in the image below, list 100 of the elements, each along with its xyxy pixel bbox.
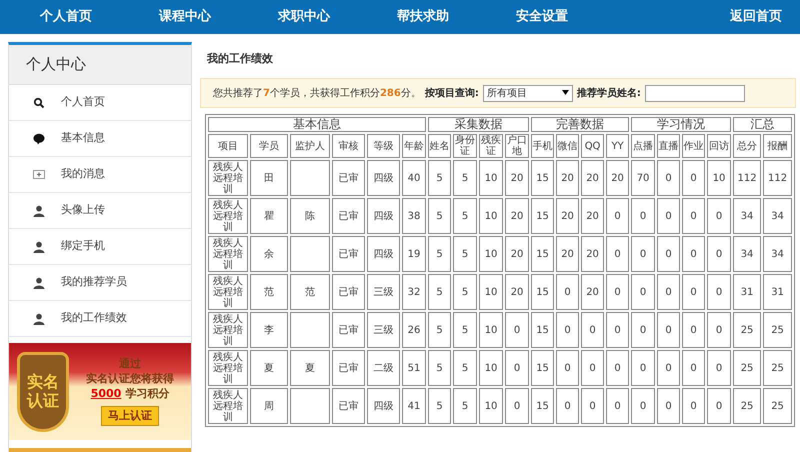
sidebar-item[interactable]: 个人首页 bbox=[9, 85, 191, 121]
table-cell: 0 bbox=[581, 312, 604, 348]
sidebar-item[interactable]: 头像上传 bbox=[9, 193, 191, 229]
table-cell: 5 bbox=[453, 350, 478, 386]
table-cell: 0 bbox=[682, 198, 706, 234]
project-select[interactable]: 所有项目 bbox=[482, 84, 573, 102]
table-cell: 0 bbox=[631, 236, 656, 272]
table-cell: 0 bbox=[682, 236, 706, 272]
column-header: 报酬 bbox=[763, 134, 792, 158]
table-cell: 0 bbox=[682, 312, 706, 348]
table-cell: 25 bbox=[733, 350, 762, 386]
table-cell: 20 bbox=[556, 160, 580, 196]
points-text: 5000 bbox=[90, 386, 122, 402]
table-cell: 残疾人远程培训 bbox=[208, 350, 248, 386]
table-cell: 10 bbox=[479, 236, 504, 272]
speech-bubble-icon bbox=[33, 132, 45, 144]
table-cell: 0 bbox=[505, 388, 530, 424]
table-cell: 0 bbox=[707, 198, 732, 234]
nav-link-item[interactable]: 个人首页 bbox=[40, 7, 92, 27]
sidebar-item[interactable]: 基本信息 bbox=[9, 121, 191, 157]
table-cell: 0 bbox=[505, 350, 530, 386]
table-cell: 四级 bbox=[367, 236, 400, 272]
table-cell: 112 bbox=[763, 160, 792, 196]
badge-text: 实名 bbox=[27, 373, 59, 392]
sidebar-item[interactable]: 绑定手机 bbox=[9, 229, 191, 265]
home-link[interactable]: 返回首页 bbox=[730, 7, 782, 27]
table-cell: 四级 bbox=[367, 198, 400, 234]
person-icon bbox=[33, 312, 45, 324]
nav-link-item[interactable]: 帮扶求助 bbox=[397, 7, 449, 27]
table-cell: 夏 bbox=[250, 350, 288, 386]
table-cell: 0 bbox=[556, 350, 580, 386]
table-cell: 0 bbox=[657, 388, 680, 424]
column-header: 直播 bbox=[657, 134, 680, 158]
table-cell: 5 bbox=[453, 160, 478, 196]
column-header: QQ bbox=[581, 134, 604, 158]
table-cell: 0 bbox=[707, 388, 732, 424]
table-cell: 陈 bbox=[290, 198, 330, 234]
table-cell: 四级 bbox=[367, 388, 400, 424]
table-cell: 20 bbox=[581, 198, 604, 234]
table-cell: 余 bbox=[250, 236, 288, 272]
verify-button[interactable]: 马上认证 bbox=[101, 406, 159, 426]
table-cell: 范 bbox=[250, 274, 288, 310]
table-cell: 20 bbox=[556, 198, 580, 234]
column-header: 回访 bbox=[707, 134, 732, 158]
table-cell: 34 bbox=[733, 236, 762, 272]
table-cell: 5 bbox=[453, 198, 478, 234]
table-cell: 0 bbox=[631, 274, 656, 310]
table-cell: 70 bbox=[631, 160, 656, 196]
table-cell: 0 bbox=[657, 312, 680, 348]
table-cell: 15 bbox=[531, 312, 554, 348]
table-cell: 0 bbox=[682, 160, 706, 196]
table-cell: 5 bbox=[428, 350, 452, 386]
nav-link-item[interactable]: 安全设置 bbox=[516, 7, 568, 27]
table-cell: 5 bbox=[428, 236, 452, 272]
table-cell: 四级 bbox=[367, 160, 400, 196]
table-cell: 25 bbox=[763, 350, 792, 386]
table-cell: 已审 bbox=[332, 198, 365, 234]
table-cell: 25 bbox=[763, 388, 792, 424]
table-cell: 0 bbox=[707, 236, 732, 272]
sidebar-item[interactable]: 我的消息 bbox=[9, 157, 191, 193]
table-cell: 5 bbox=[453, 236, 478, 272]
table-cell: 20 bbox=[505, 198, 530, 234]
table-cell: 40 bbox=[402, 160, 426, 196]
column-header: 监护人 bbox=[290, 134, 330, 158]
table-cell: 0 bbox=[707, 274, 732, 310]
column-header: 作业 bbox=[682, 134, 706, 158]
sidebar-item[interactable]: 我的工作绩效 bbox=[9, 301, 191, 337]
table-cell: 0 bbox=[707, 350, 732, 386]
filter-label: 按项目查询: bbox=[424, 86, 479, 100]
nav-link-item[interactable]: 课程中心 bbox=[159, 7, 211, 27]
search-icon bbox=[33, 96, 45, 108]
person-icon bbox=[33, 276, 45, 288]
name-field[interactable] bbox=[644, 84, 745, 102]
table-cell: 15 bbox=[531, 388, 554, 424]
table-cell: 15 bbox=[531, 236, 554, 272]
table-cell: 0 bbox=[657, 198, 680, 234]
table-cell: 已审 bbox=[332, 312, 365, 348]
table-cell: 20 bbox=[505, 274, 530, 310]
column-header: 项目 bbox=[208, 134, 248, 158]
table-cell: 瞿 bbox=[250, 198, 288, 234]
table-cell: 三级 bbox=[367, 312, 400, 348]
nav-link-item[interactable]: 求职中心 bbox=[278, 7, 330, 27]
table-cell: 已审 bbox=[332, 160, 365, 196]
banner-text: 学习积分 bbox=[125, 386, 170, 402]
table-cell: 残疾人远程培训 bbox=[208, 274, 248, 310]
person-icon bbox=[33, 240, 45, 252]
table-cell: 0 bbox=[606, 274, 630, 310]
sidebar-item[interactable]: 我的推荐学员 bbox=[9, 265, 191, 301]
table-cell: 34 bbox=[763, 198, 792, 234]
table-cell: 15 bbox=[531, 198, 554, 234]
table-cell: 0 bbox=[657, 236, 680, 272]
table-cell: 15 bbox=[531, 160, 554, 196]
table-cell: 范 bbox=[290, 274, 330, 310]
table-cell: 5 bbox=[428, 388, 452, 424]
table-cell: 25 bbox=[733, 388, 762, 424]
table-cell: 残疾人远程培训 bbox=[208, 236, 248, 272]
table-cell: 三级 bbox=[367, 274, 400, 310]
table-cell: 112 bbox=[733, 160, 762, 196]
table-cell: 0 bbox=[505, 312, 530, 348]
table-cell: 5 bbox=[428, 274, 452, 310]
